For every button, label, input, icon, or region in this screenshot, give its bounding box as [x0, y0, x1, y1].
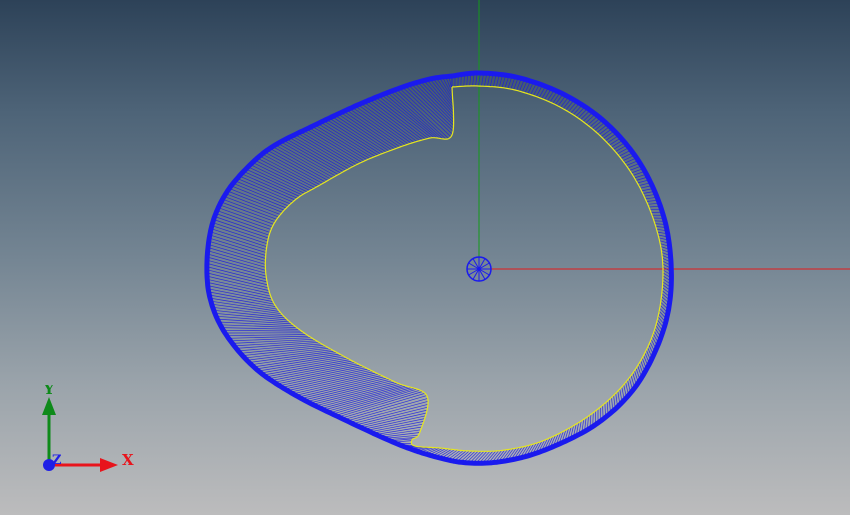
- hatch-line: [222, 198, 277, 220]
- flange-hatch-lines: [206, 72, 672, 464]
- hatch-line: [231, 185, 287, 209]
- triad-y-arrowhead: [42, 397, 56, 415]
- hatch-line: [244, 347, 330, 359]
- hatch-line: [426, 79, 454, 111]
- hatch-line: [207, 278, 270, 294]
- center-point-marker[interactable]: [466, 256, 492, 282]
- hatch-line: [298, 376, 385, 398]
- triad-x-arrowhead: [100, 458, 118, 472]
- hatch-line: [338, 391, 423, 418]
- graphics-viewport[interactable]: Y X Z: [0, 0, 850, 515]
- triad-y-label: Y: [43, 385, 55, 398]
- hatch-line: [232, 182, 289, 207]
- hatch-line: [260, 357, 348, 374]
- hatch-line: [226, 334, 307, 337]
- hatch-line: [304, 379, 390, 401]
- triad-x-label: X: [122, 451, 134, 469]
- hatch-line: [263, 359, 350, 376]
- coordinate-triad: Y X Z: [42, 385, 134, 472]
- hatch-line: [225, 193, 281, 215]
- hatch-line: [275, 144, 334, 178]
- hatch-line: [272, 146, 331, 180]
- hatch-line: [209, 297, 278, 310]
- hatch-line: [224, 196, 279, 218]
- hatch-line: [369, 99, 423, 141]
- hatch-line: [206, 272, 269, 289]
- triad-z-label: Z: [52, 453, 62, 468]
- outer-profile-outline[interactable]: [204, 70, 674, 466]
- hatch-line: [232, 338, 314, 344]
- hatch-line: [221, 327, 300, 330]
- hatch-line: [301, 377, 387, 399]
- hatch-line: [206, 275, 270, 291]
- hatch-line: [210, 300, 280, 312]
- hatch-line: [242, 346, 327, 356]
- hatch-line: [366, 100, 421, 141]
- hatch-line: [357, 104, 412, 144]
- hatch-line: [360, 103, 415, 143]
- hatch-line: [254, 159, 313, 190]
- hatch-line: [269, 148, 329, 181]
- hatch-line: [206, 266, 268, 283]
- hatch-line: [335, 389, 421, 416]
- hatch-line: [355, 406, 428, 426]
- hatch-line: [207, 282, 271, 297]
- hatch-line: [277, 143, 336, 177]
- hatch-line: [207, 285, 272, 300]
- hatch-line: [223, 329, 302, 332]
